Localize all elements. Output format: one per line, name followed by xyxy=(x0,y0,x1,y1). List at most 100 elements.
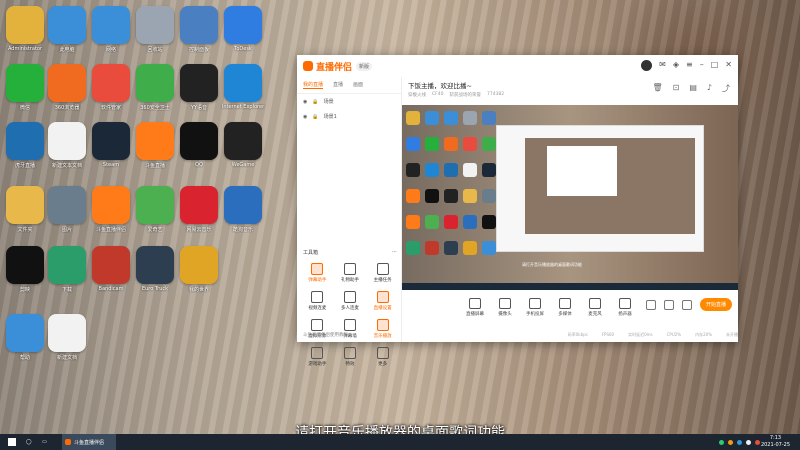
desktop-icon[interactable]: 斗鱼直播伴侣 xyxy=(86,186,136,233)
desktop-icon[interactable]: QQ xyxy=(174,122,224,168)
tab-stream[interactable]: 直播 xyxy=(333,81,343,89)
source-button[interactable]: 扬声器 xyxy=(610,298,640,317)
scene-item[interactable]: ◉ 🔒 场景1 xyxy=(297,109,401,124)
source-button[interactable]: 直播屏幕 xyxy=(460,298,490,317)
preview-nested-window xyxy=(496,125,704,252)
toolbox-item[interactable]: 更多 xyxy=(366,347,399,367)
preview-desktop-icon xyxy=(482,163,496,177)
app-icon xyxy=(48,186,86,224)
preview-toggle-icon[interactable] xyxy=(663,299,674,310)
record-icon[interactable] xyxy=(645,299,656,310)
delete-icon[interactable]: 🗑 xyxy=(652,83,662,94)
desktop-icon-label: 控制面板 xyxy=(188,47,209,53)
desktop-icon[interactable]: 酷狗音乐 xyxy=(218,186,268,233)
tray-volume-icon[interactable] xyxy=(746,439,751,445)
source-button[interactable]: 手机投屏 xyxy=(520,298,550,317)
lock-icon[interactable]: ⊡ xyxy=(673,83,680,94)
tray-wechat-icon[interactable] xyxy=(719,439,724,445)
stream-toolbar: 🗑 ⊡ ▤ ♪ ⤴ xyxy=(652,83,730,94)
source-label: 扬声器 xyxy=(618,312,632,317)
tab-my-stream[interactable]: 我的直播 xyxy=(303,81,324,89)
version-badge: 新版 xyxy=(356,61,373,71)
app-icon xyxy=(48,122,86,160)
toolbox-item[interactable]: 弹幕助手 xyxy=(301,263,334,283)
right-panel: 下饭主播，欢迎比播~ 穿梭火线 CF40 斩获战场的荣誉 774382 🗑 ⊡ … xyxy=(402,77,738,342)
taskbar-app-button[interactable]: 斗鱼直播伴侣 xyxy=(62,434,116,450)
desktop-icon[interactable]: ToDesk xyxy=(218,6,268,52)
source-label: 麦克风 xyxy=(588,312,602,317)
tray-app-icon[interactable] xyxy=(728,439,733,445)
desktop-icon[interactable]: 控制面板 xyxy=(174,6,224,53)
close-icon[interactable]: ✕ xyxy=(725,60,732,71)
eye-icon[interactable]: ◉ xyxy=(303,114,307,120)
desktop-icon[interactable]: 此电脑 xyxy=(42,6,92,53)
desktop-icon[interactable]: 新建文本文档 xyxy=(42,122,92,169)
desktop-icon[interactable]: Bandicam xyxy=(86,246,136,292)
taskbar-clock[interactable]: 7:13 2021-07-25 xyxy=(761,435,790,449)
desktop-icon[interactable]: 图片 xyxy=(42,186,92,233)
bell-icon[interactable]: ♪ xyxy=(707,83,712,94)
desktop-icon-label: Steam xyxy=(102,162,120,168)
toolbox-item[interactable]: 视频连麦 xyxy=(301,291,334,311)
eye-icon[interactable]: ◉ xyxy=(303,99,307,105)
preview-desktop-icon xyxy=(482,215,496,229)
start-menu-icon[interactable] xyxy=(8,434,18,450)
toolbox-item[interactable]: 直播设置 xyxy=(366,291,399,311)
toolbox-item[interactable]: 游戏助手 xyxy=(301,347,334,367)
toolbox-item[interactable]: 主播任务 xyxy=(366,263,399,283)
source-label: 多媒体 xyxy=(558,312,572,317)
task-view-icon[interactable]: ▭ xyxy=(42,434,47,450)
source-button[interactable]: 摄像头 xyxy=(490,298,520,317)
tool-icon xyxy=(376,319,389,331)
toolbox-item[interactable]: 特效 xyxy=(334,347,367,367)
scene-item[interactable]: ◉ 🔒 场景 xyxy=(297,94,401,109)
desktop-icon[interactable]: 软件管家 xyxy=(86,64,136,111)
desktop-icon-label: 此电脑 xyxy=(59,47,75,53)
desktop-icon[interactable]: 360浏览器 xyxy=(42,64,92,111)
desktop-icon[interactable]: YY语音 xyxy=(174,64,224,111)
tray-network-icon[interactable] xyxy=(737,439,742,445)
skin-icon[interactable]: ◈ xyxy=(673,60,679,71)
mail-icon[interactable]: ✉ xyxy=(659,60,666,71)
share-icon[interactable]: ⤴ xyxy=(722,83,730,94)
avatar[interactable] xyxy=(641,60,653,71)
source-button[interactable]: 多媒体 xyxy=(550,298,580,317)
minimize-icon[interactable]: – xyxy=(700,60,704,71)
tray-security-icon[interactable] xyxy=(755,439,760,445)
desktop-icon[interactable]: 网易云音乐 xyxy=(174,186,224,233)
settings-icon[interactable] xyxy=(681,299,692,310)
menu-icon[interactable]: ≡ xyxy=(686,60,693,71)
desktop-icon[interactable]: 爱奇艺 xyxy=(130,186,180,233)
toolbox-item[interactable]: 音乐播放 xyxy=(366,319,399,339)
app-icon xyxy=(48,246,86,284)
brand-label: 直播伴侣 xyxy=(316,62,353,73)
preview-desktop-icon xyxy=(482,189,496,203)
desktop-icon[interactable]: Steam xyxy=(86,122,136,168)
desktop-icon[interactable]: 360安全卫士 xyxy=(130,64,180,111)
toolbox-more-icon[interactable]: ⋯ xyxy=(392,249,397,256)
desktop-icon[interactable]: Internet Explorer xyxy=(218,64,268,110)
desktop-icon[interactable]: 我的世界 xyxy=(174,246,224,293)
desktop-icon[interactable]: 网络 xyxy=(86,6,136,53)
layers-icon[interactable]: ▤ xyxy=(689,83,697,94)
app-icon xyxy=(6,6,44,44)
lock-icon[interactable]: 🔒 xyxy=(312,114,318,120)
toolbox-item[interactable]: 多人连麦 xyxy=(334,291,367,311)
start-stream-button[interactable]: 开始直播 xyxy=(699,298,732,311)
status-item: 内存20% xyxy=(695,332,712,337)
source-button[interactable]: 麦克风 xyxy=(580,298,610,317)
desktop-icon[interactable]: 斗鱼直播 xyxy=(130,122,180,169)
search-icon[interactable]: ◯ xyxy=(26,434,32,450)
desktop-icon-label: QQ xyxy=(195,162,203,168)
desktop-icon[interactable]: 回收站 xyxy=(130,6,180,53)
desktop-icon[interactable]: WeGame xyxy=(218,122,268,168)
tutorial-link[interactable]: 斗鱼直播伴侣使用教程 xyxy=(303,332,348,338)
tab-scene[interactable]: 画面 xyxy=(353,81,363,89)
maximize-icon[interactable]: □ xyxy=(711,60,719,71)
toolbox-item[interactable]: 礼物助手 xyxy=(334,263,367,283)
desktop-icon[interactable]: 下载 xyxy=(42,246,92,293)
lock-icon[interactable]: 🔒 xyxy=(312,99,318,105)
stream-preview[interactable]: 请打开音乐播放器的桌面歌词功能 xyxy=(402,105,738,290)
desktop-icon[interactable]: 新建文档 xyxy=(42,314,92,361)
desktop-icon[interactable]: Euro Truck xyxy=(130,246,180,292)
